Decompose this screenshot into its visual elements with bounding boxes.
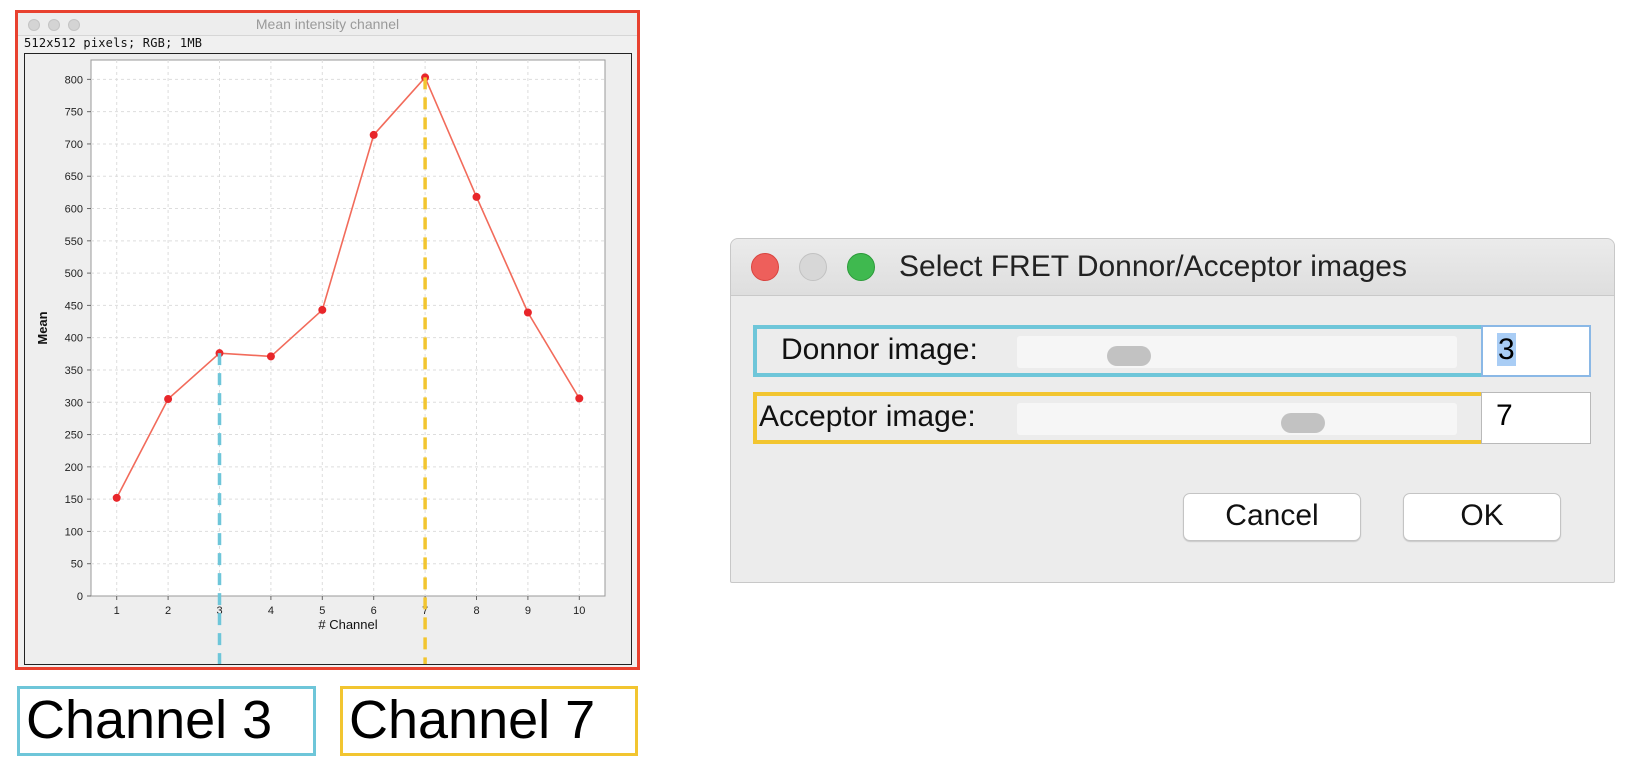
donor-image-field[interactable]: 3 bbox=[1481, 325, 1591, 377]
acceptor-image-slider[interactable] bbox=[1017, 403, 1457, 435]
plot-window: Mean intensity channel 512x512 pixels; R… bbox=[15, 10, 640, 670]
y-tick-label: 650 bbox=[65, 171, 83, 183]
close-dialog-icon[interactable] bbox=[751, 253, 779, 281]
data-point bbox=[369, 130, 378, 139]
mean-intensity-chart: 0 50 100 150 200 250 300 350 400 450 500 550 600 650 7… bbox=[35, 59, 606, 664]
y-tick-label: 300 bbox=[65, 397, 83, 409]
plot-window-title: Mean intensity channel bbox=[255, 16, 400, 32]
plot-area: 0 50 100 150 200 250 300 350 400 450 500 550 600 650 7… bbox=[24, 53, 632, 665]
y-axis-label: Mean bbox=[35, 311, 50, 344]
acceptor-image-row: Acceptor image: 7 bbox=[753, 392, 1591, 444]
x-tick-label: 10 bbox=[573, 605, 585, 617]
x-tick-label: 4 bbox=[268, 605, 274, 617]
acceptor-slider-thumb[interactable] bbox=[1281, 413, 1325, 433]
plot-titlebar[interactable]: Mean intensity channel bbox=[18, 13, 637, 36]
acceptor-image-label: Acceptor image: bbox=[759, 400, 976, 433]
y-tick-label: 50 bbox=[71, 559, 83, 571]
channel-7-label: Channel 7 bbox=[340, 686, 638, 756]
acceptor-image-value: 7 bbox=[1496, 399, 1513, 432]
cancel-button[interactable]: Cancel bbox=[1183, 493, 1361, 541]
donor-image-label: Donnor image: bbox=[781, 333, 978, 366]
data-point bbox=[164, 395, 173, 404]
data-point bbox=[112, 493, 121, 502]
y-tick-label: 400 bbox=[65, 333, 83, 345]
y-tick-label: 700 bbox=[65, 139, 83, 151]
x-tick-label: 9 bbox=[525, 605, 531, 617]
x-axis-label: # Channel bbox=[318, 617, 377, 632]
donor-image-value: 3 bbox=[1497, 333, 1516, 366]
y-tick-label: 800 bbox=[65, 74, 83, 86]
y-tick-label: 500 bbox=[65, 268, 83, 280]
minimize-dialog-icon[interactable] bbox=[799, 253, 827, 281]
x-tick-label: 6 bbox=[371, 605, 377, 617]
x-tick-label: 8 bbox=[473, 605, 479, 617]
fret-select-dialog: Select FRET Donnor/Acceptor images Donno… bbox=[730, 238, 1615, 583]
zoom-dialog-icon[interactable] bbox=[847, 253, 875, 281]
x-tick-label: 2 bbox=[165, 605, 171, 617]
y-tick-label: 600 bbox=[65, 204, 83, 216]
y-tick-label: 350 bbox=[65, 365, 83, 377]
y-tick-label: 100 bbox=[65, 526, 83, 538]
data-point bbox=[318, 305, 327, 314]
donor-slider-thumb[interactable] bbox=[1107, 346, 1151, 366]
y-tick-label: 550 bbox=[65, 236, 83, 248]
y-tick-label: 200 bbox=[65, 462, 83, 474]
channel-3-label: Channel 3 bbox=[17, 686, 316, 756]
y-tick-label: 150 bbox=[65, 494, 83, 506]
donor-image-slider[interactable] bbox=[1017, 336, 1457, 368]
y-tick-label: 0 bbox=[77, 591, 83, 603]
data-point bbox=[523, 308, 532, 317]
ok-button[interactable]: OK bbox=[1403, 493, 1561, 541]
data-point bbox=[575, 394, 584, 403]
image-info: 512x512 pixels; RGB; 1MB bbox=[24, 36, 203, 50]
donor-image-row: Donnor image: 3 bbox=[753, 325, 1591, 377]
dialog-titlebar[interactable]: Select FRET Donnor/Acceptor images bbox=[731, 239, 1614, 296]
x-tick-label: 5 bbox=[319, 605, 325, 617]
y-tick-label: 250 bbox=[65, 430, 83, 442]
acceptor-image-field[interactable]: 7 bbox=[1481, 392, 1591, 444]
y-tick-label: 750 bbox=[65, 107, 83, 119]
data-point bbox=[266, 352, 275, 361]
x-tick-label: 1 bbox=[114, 605, 120, 617]
data-point bbox=[472, 192, 481, 201]
dialog-title: Select FRET Donnor/Acceptor images bbox=[899, 250, 1407, 283]
y-tick-label: 450 bbox=[65, 300, 83, 312]
